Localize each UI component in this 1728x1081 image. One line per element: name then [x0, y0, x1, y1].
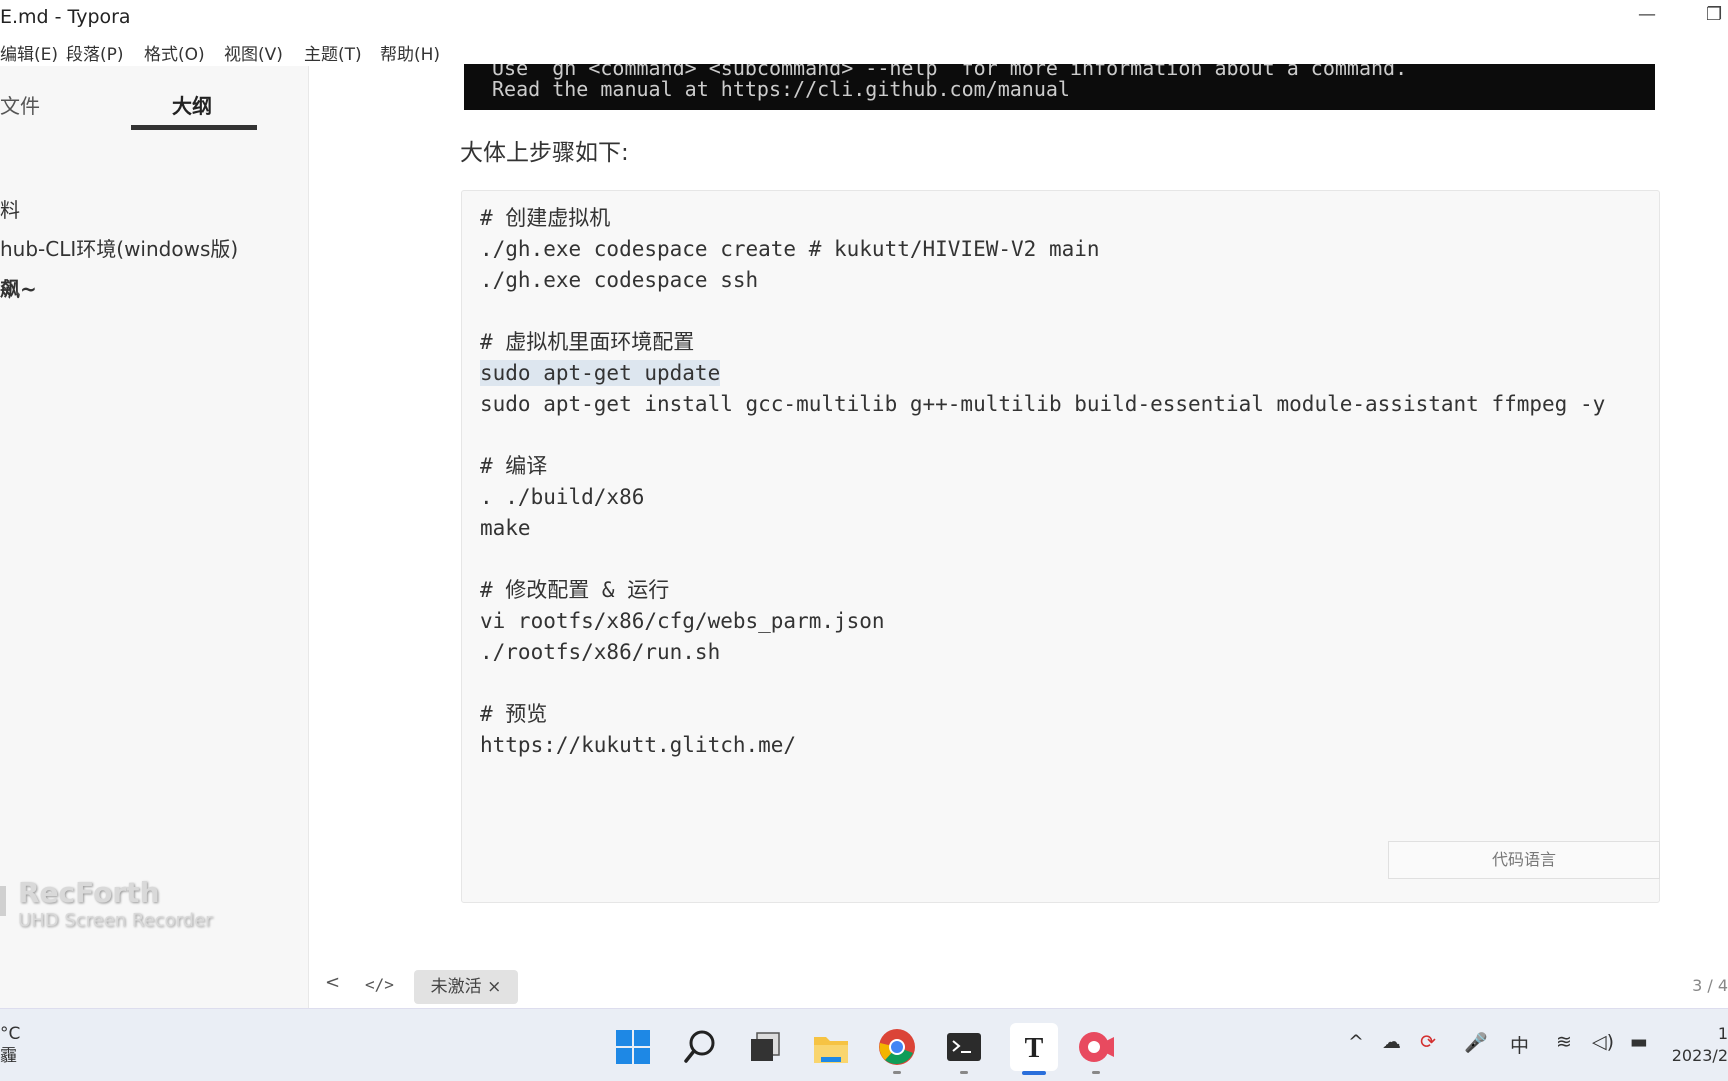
wifi-icon[interactable]: ≋ [1556, 1031, 1572, 1053]
editor-area[interactable]: Use gh <command> <subcommand> --help for… [309, 64, 1728, 1008]
menu-help[interactable]: 帮助(H) [380, 40, 440, 65]
terminal-line: Read the manual at https://cli.github.co… [492, 77, 1070, 101]
system-clock[interactable]: 1 2023/2 [1672, 1023, 1728, 1067]
code-line: https://kukutt.glitch.me/ [480, 733, 797, 757]
title-bar: E.md - Typora — ❐ [0, 0, 1728, 36]
weather-widget[interactable]: °C 霾 [0, 1023, 20, 1067]
terminal-icon[interactable] [944, 1027, 984, 1067]
microphone-icon[interactable]: 🎤 [1464, 1031, 1488, 1054]
running-indicator [893, 1071, 901, 1074]
code-line: vi rootfs/x86/cfg/webs_parm.json [480, 609, 885, 633]
tab-files[interactable]: 文件 [0, 90, 40, 119]
activation-badge[interactable]: 未激活 × [414, 970, 518, 1004]
typora-icon[interactable]: T [1010, 1023, 1058, 1071]
sync-icon[interactable]: ⟳ [1420, 1031, 1436, 1053]
windows-taskbar: °C 霾 T ^ ☁ ⟳ 🎤 中 ≋ ◁) ▬ 1 2023/2 [0, 1008, 1728, 1081]
code-line: # 预览 [480, 702, 548, 726]
onedrive-cloud-icon[interactable]: ☁ [1382, 1031, 1401, 1053]
code-block[interactable]: # 创建虚拟机 ./gh.exe codespace create # kuku… [461, 190, 1660, 903]
active-tab-indicator [131, 125, 257, 130]
watermark-title: RecForth [18, 876, 160, 909]
code-line: sudo apt-get install gcc-multilib g++-mu… [480, 392, 1606, 416]
menu-edit[interactable]: 编辑(E) [0, 40, 58, 65]
source-code-icon[interactable]: </> [365, 975, 394, 994]
terminal-screenshot: Use gh <command> <subcommand> --help for… [464, 64, 1655, 110]
paragraph-text[interactable]: 大体上步骤如下: [460, 133, 629, 167]
clock-time: 1 [1717, 1024, 1728, 1043]
clock-date: 2023/2 [1671, 1046, 1728, 1065]
code-line: # 创建虚拟机 [480, 206, 611, 230]
chevron-up-icon[interactable]: ^ [1348, 1031, 1364, 1053]
code-line: # 编译 [480, 454, 548, 478]
watermark-mark [0, 886, 6, 916]
active-app-indicator [1022, 1071, 1046, 1075]
menu-bar: 编辑(E) 段落(P) 格式(O) 视图(V) 主题(T) 帮助(H) [0, 36, 1728, 66]
outline-item[interactable]: 飙~ [0, 273, 37, 302]
volume-icon[interactable]: ◁) [1592, 1031, 1614, 1053]
running-indicator [960, 1071, 968, 1074]
weather-desc: 霾 [0, 1046, 17, 1066]
word-count: 3 / 4 [1692, 976, 1728, 995]
code-line: . ./build/x86 [480, 485, 645, 509]
window-title: E.md - Typora [0, 6, 131, 28]
menu-theme[interactable]: 主题(T) [304, 40, 362, 65]
recorder-icon[interactable] [1076, 1027, 1116, 1067]
battery-icon[interactable]: ▬ [1630, 1031, 1648, 1053]
restore-button[interactable]: ❐ [1706, 4, 1722, 25]
svg-text:T: T [1025, 1033, 1044, 1064]
search-icon[interactable] [680, 1027, 720, 1067]
outline-item[interactable]: hub-CLI环境(windows版) [0, 233, 238, 262]
start-windows-icon[interactable] [613, 1027, 653, 1067]
watermark-subtitle: UHD Screen Recorder [18, 910, 213, 931]
code-line: ./gh.exe codespace create # kukutt/HIVIE… [480, 237, 1100, 261]
code-line: ./gh.exe codespace ssh [480, 268, 759, 292]
file-explorer-icon[interactable] [811, 1027, 851, 1067]
status-bar: < </> 未激活 × 3 / 4 [309, 958, 1728, 1008]
tab-outline[interactable]: 大纲 [172, 90, 212, 119]
menu-format[interactable]: 格式(O) [144, 40, 205, 65]
menu-paragraph[interactable]: 段落(P) [66, 40, 124, 65]
ime-indicator[interactable]: 中 [1510, 1031, 1529, 1058]
menu-view[interactable]: 视图(V) [224, 40, 283, 65]
code-language-input[interactable]: 代码语言 [1388, 841, 1660, 879]
task-view-icon[interactable] [745, 1027, 785, 1067]
code-line-selected: sudo apt-get update [480, 360, 721, 386]
minimize-button[interactable]: — [1638, 4, 1656, 25]
code-line: make [480, 516, 531, 540]
sidebar: 文件 大纲 料 hub-CLI环境(windows版) 飙~ RecForth … [0, 66, 309, 1008]
running-indicator [1092, 1071, 1100, 1074]
code-line: ./rootfs/x86/run.sh [480, 640, 721, 664]
chrome-icon[interactable] [877, 1027, 917, 1067]
code-line: # 修改配置 & 运行 [480, 578, 670, 602]
code-line: # 虚拟机里面环境配置 [480, 330, 695, 354]
back-arrow-icon[interactable]: < [325, 972, 340, 993]
weather-temp: °C [0, 1024, 21, 1044]
outline-item[interactable]: 料 [0, 194, 20, 223]
